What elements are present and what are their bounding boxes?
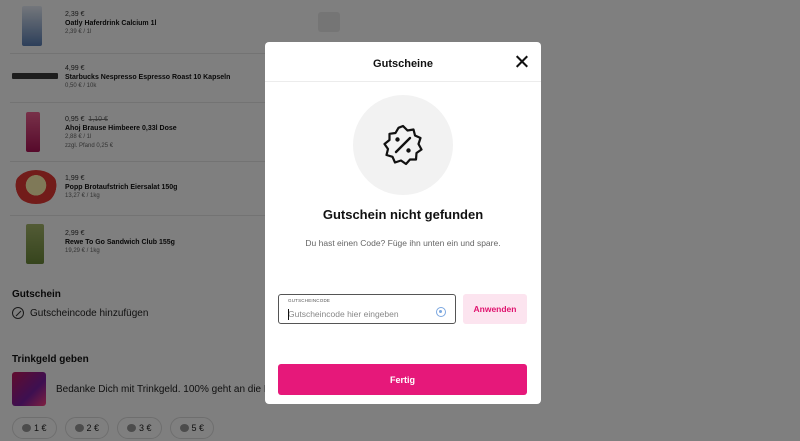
- close-icon[interactable]: [515, 55, 528, 68]
- autofill-icon[interactable]: [436, 307, 446, 317]
- empty-state-illustration: [353, 95, 453, 195]
- discount-badge-icon: [383, 124, 423, 166]
- text-cursor: [288, 309, 289, 320]
- empty-state-title: Gutschein nicht gefunden: [322, 207, 484, 222]
- coupon-code-field[interactable]: GUTSCHEINCODE: [278, 294, 456, 324]
- empty-state-description: Du hast einen Code? Füge ihn unten ein u…: [305, 238, 501, 248]
- coupon-code-label: GUTSCHEINCODE: [288, 298, 331, 303]
- coupon-code-input[interactable]: [288, 308, 428, 320]
- apply-button[interactable]: Anwenden: [463, 294, 527, 324]
- modal-title: Gutscheine: [373, 58, 433, 70]
- modal-header: Gutscheine: [265, 42, 541, 82]
- done-button[interactable]: Fertig: [278, 364, 527, 395]
- coupon-modal: Gutscheine Gutschein nicht gefunden Du h…: [265, 42, 541, 404]
